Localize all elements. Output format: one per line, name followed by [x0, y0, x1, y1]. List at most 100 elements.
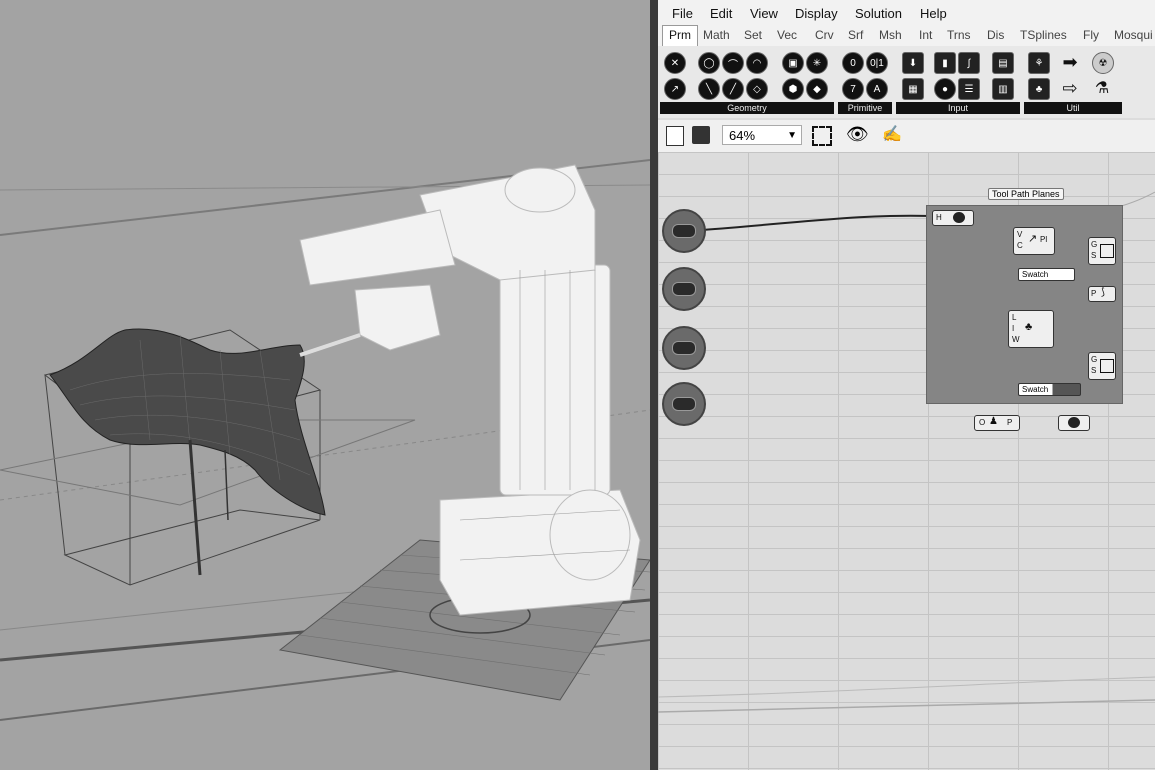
brep-param-icon[interactable]: ⬢ [782, 78, 804, 100]
menu-display[interactable]: Display [795, 6, 838, 21]
text-param-icon[interactable]: A [866, 78, 888, 100]
geometry-output-param[interactable] [1058, 415, 1090, 431]
plane-component[interactable]: V C ↗ Pl [1013, 227, 1055, 255]
tab-mosquito[interactable]: Mosqui [1114, 28, 1153, 42]
input-s-label: S [1091, 366, 1097, 375]
viewport-scene [0, 159, 650, 721]
geometry-param-node-2[interactable] [662, 267, 706, 311]
plane-display-icon: ⟆ [1101, 287, 1105, 298]
geometry-param-node-3[interactable] [662, 326, 706, 370]
geometry-param-icon[interactable]: ◆ [806, 78, 828, 100]
panel-icon[interactable]: ▤ [992, 52, 1014, 74]
preview-component-2[interactable]: G S [1088, 352, 1116, 380]
tab-trns[interactable]: Trns [947, 28, 971, 42]
import-icon[interactable]: ⬇ [902, 52, 924, 74]
input-g-label: G [1091, 355, 1098, 364]
component-ribbon: ✕ ↗ ◯ ⌒ ◠ ╲ ╱ ◇ ▣ ✳ ⬢ ◆ Geometry 0 0|1 7… [658, 46, 1155, 118]
ribbon-group-geometry: ✕ ↗ ◯ ⌒ ◠ ╲ ╱ ◇ ▣ ✳ ⬢ ◆ Geometry [660, 48, 834, 114]
value-list-icon[interactable]: ☰ [958, 78, 980, 100]
gradient-icon[interactable]: ∫ [958, 52, 980, 74]
ribbon-group-label: Input [896, 102, 1020, 114]
curve-param-icon[interactable]: ⌒ [722, 52, 744, 74]
zoom-dropdown[interactable]: 64% ▼ [722, 125, 802, 145]
integer-param-icon[interactable]: 7 [842, 78, 864, 100]
param-grip [672, 341, 696, 355]
tab-srf[interactable]: Srf [848, 28, 863, 42]
group-label[interactable]: Tool Path Planes [988, 188, 1064, 200]
tab-int[interactable]: Int [919, 28, 932, 42]
line-param-icon[interactable]: ╲ [698, 78, 720, 100]
grasshopper-canvas[interactable]: Tool Path Planes H V C ↗ Pl Swatch G S P… [658, 152, 1155, 770]
button-param-icon[interactable]: ● [934, 78, 956, 100]
preview-eye-icon[interactable]: 👁 [846, 124, 869, 145]
tab-crv[interactable]: Crv [815, 28, 834, 42]
input-i-label: I [1012, 324, 1015, 333]
param-grip [672, 397, 696, 411]
ribbon-group-input: ⬇ ▦ ▮ ∫ ● ☰ ▤ ▥ Input [896, 48, 1020, 114]
plane-param-icon[interactable]: ◇ [746, 78, 768, 100]
canvas-toolbar: 64% ▼ 👁 ✍ [658, 120, 1155, 153]
tab-prm[interactable]: Prm [662, 25, 698, 46]
menu-edit[interactable]: Edit [710, 6, 732, 21]
input-w-label: W [1012, 335, 1020, 344]
ribbon-group-label: Primitive [838, 102, 892, 114]
save-file-icon[interactable] [692, 126, 710, 144]
point-icon[interactable]: ✕ [664, 52, 686, 74]
geometry-param-node-4[interactable] [662, 382, 706, 426]
tab-set[interactable]: Set [744, 28, 762, 42]
zoom-extents-icon[interactable] [812, 126, 832, 146]
geometry-icon [1068, 417, 1080, 428]
swatch-label: Swatch [1022, 270, 1049, 279]
circle-param-icon[interactable]: ◯ [698, 52, 720, 74]
graph-mapper-icon[interactable]: ▥ [992, 78, 1014, 100]
tab-math[interactable]: Math [703, 28, 730, 42]
divide-component[interactable]: L I W ♣ [1008, 310, 1054, 348]
image-sampler-icon[interactable]: ▦ [902, 78, 924, 100]
boolean-param-icon[interactable]: 0|1 [866, 52, 888, 74]
swatch-label: Swatch [1022, 385, 1049, 394]
orient-component[interactable]: O ♟ P [974, 415, 1020, 431]
tab-dis[interactable]: Dis [987, 28, 1004, 42]
colour-swatch-white[interactable]: Swatch [1018, 268, 1075, 281]
fitness-icon[interactable]: ♣ [1028, 78, 1050, 100]
plane-display-component[interactable]: P ⟆ [1088, 286, 1116, 302]
polyline-param-icon[interactable]: ╱ [722, 78, 744, 100]
sketch-icon[interactable]: ✍ [882, 124, 902, 144]
ribbon-group-primitive: 0 0|1 7 A Primitive [838, 48, 892, 114]
menu-help[interactable]: Help [920, 6, 947, 21]
menu-solution[interactable]: Solution [855, 6, 902, 21]
toggle-icon[interactable]: ▮ [934, 52, 956, 74]
galapagos-icon[interactable]: ☢ [1092, 52, 1114, 74]
menu-file[interactable]: File [672, 6, 693, 21]
colour-swatch-dark[interactable]: Swatch [1018, 383, 1081, 396]
divide-icon: ♣ [1025, 321, 1033, 333]
param-grip [672, 282, 696, 296]
surface-param-icon[interactable]: ▣ [782, 52, 804, 74]
zoom-value: 64% [729, 128, 756, 143]
ribbon-group-label: Geometry [660, 102, 834, 114]
tab-msh[interactable]: Msh [879, 28, 902, 42]
preview-component-1[interactable]: G S [1088, 237, 1116, 265]
number-param-icon[interactable]: 0 [842, 52, 864, 74]
geometry-param-node-1[interactable] [662, 209, 706, 253]
tab-fly[interactable]: Fly [1083, 28, 1099, 42]
cluster-icon[interactable]: ⚘ [1028, 52, 1050, 74]
flask-icon[interactable]: ⚗ [1092, 78, 1112, 98]
tab-tsplines[interactable]: TSplines [1020, 28, 1067, 42]
vector-icon[interactable]: ↗ [664, 78, 686, 100]
rhino-viewport[interactable] [0, 0, 650, 770]
input-c-label: C [1017, 241, 1023, 250]
data-output-icon[interactable]: ⇨ [1060, 78, 1080, 98]
tab-vec[interactable]: Vec [777, 28, 797, 42]
brep-icon [953, 212, 965, 223]
data-input-icon[interactable]: ➡ [1060, 52, 1080, 72]
input-p-label: P [1091, 289, 1097, 298]
mesh-param-icon[interactable]: ✳ [806, 52, 828, 74]
arc-param-icon[interactable]: ◠ [746, 52, 768, 74]
input-s-label: S [1091, 251, 1097, 260]
brep-input-component[interactable]: H [932, 210, 974, 226]
panel-divider[interactable] [650, 0, 658, 770]
open-file-icon[interactable] [666, 126, 684, 146]
param-grip [672, 224, 696, 238]
menu-view[interactable]: View [750, 6, 778, 21]
